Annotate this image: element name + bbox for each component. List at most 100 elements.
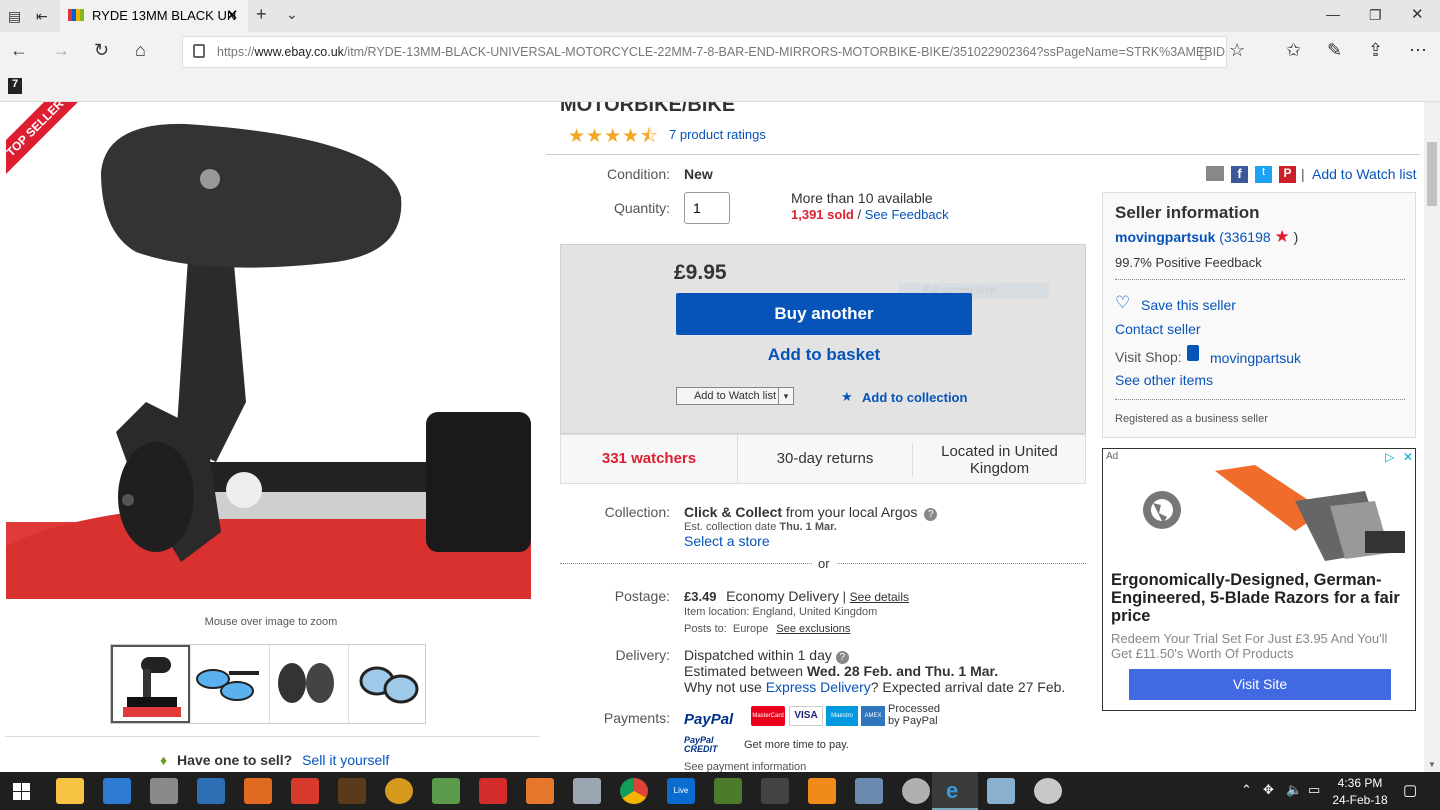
app-icon-15[interactable]: [987, 778, 1015, 804]
app-icon-6[interactable]: [385, 778, 413, 804]
app-icon-1[interactable]: [150, 778, 178, 804]
page-scrollbar[interactable]: ▼: [1424, 102, 1440, 772]
app-icon-14[interactable]: [902, 778, 930, 804]
favorites-hub-icon[interactable]: ✩: [1286, 40, 1301, 60]
refresh-icon[interactable]: ↻: [94, 40, 109, 60]
windows-start-icon[interactable]: [13, 783, 30, 800]
set-aside-tabs-icon[interactable]: ⇤: [36, 6, 48, 26]
seller-score[interactable]: 336198: [1224, 229, 1271, 245]
file-explorer-icon[interactable]: [56, 778, 84, 804]
chevron-down-icon[interactable]: ⌄: [286, 4, 298, 24]
vlc-icon[interactable]: [808, 778, 836, 804]
add-to-basket-button[interactable]: Add to basket: [676, 345, 972, 365]
thumbnail-2[interactable]: [190, 645, 269, 723]
close-tab-icon[interactable]: ✕: [226, 6, 239, 24]
main-product-image[interactable]: TOP SELLER: [6, 102, 531, 599]
app-icon-3[interactable]: [244, 778, 272, 804]
restore-icon[interactable]: ❐: [1369, 5, 1382, 25]
shop-link[interactable]: movingpartsuk: [1210, 350, 1301, 366]
app-icon-9[interactable]: [526, 778, 554, 804]
location-info: Located in United Kingdom: [912, 443, 1086, 477]
app-icon-13[interactable]: [855, 778, 883, 804]
bookmark-icon[interactable]: 7: [8, 78, 22, 94]
ad-panel[interactable]: Ad ▷ ✕ Ergonomically-Designed, German-En…: [1102, 448, 1416, 711]
url-prefix: https://: [217, 45, 255, 59]
thumbnail-1[interactable]: [111, 645, 190, 723]
tab-ebay[interactable]: RYDE 13MM BLACK UN ✕: [60, 0, 248, 32]
see-other-items-link[interactable]: See other items: [1115, 372, 1213, 388]
tab-list-icon[interactable]: ▤: [8, 6, 21, 26]
display-icon[interactable]: ▭: [1308, 782, 1320, 798]
price: £9.95: [674, 261, 727, 284]
favorite-star-icon[interactable]: ☆: [1229, 40, 1245, 60]
more-icon[interactable]: ⋯: [1409, 40, 1427, 60]
new-tab-icon[interactable]: +: [256, 4, 267, 24]
help-icon[interactable]: ?: [924, 508, 938, 521]
home-icon[interactable]: ⌂: [135, 40, 146, 60]
mirror-image: [6, 123, 531, 599]
add-to-watch-list-link[interactable]: Add to Watch list: [1312, 166, 1417, 182]
collection-star-icon: ★: [841, 389, 853, 404]
postage-row: £3.49 Economy Delivery | See details: [684, 588, 909, 604]
see-details-link[interactable]: See details: [850, 590, 909, 604]
action-center-icon[interactable]: ▢: [1403, 781, 1417, 799]
tray-chevron-icon[interactable]: ⌃: [1241, 782, 1252, 798]
thumbnail-3[interactable]: [269, 645, 348, 723]
volume-icon[interactable]: 🔈: [1286, 782, 1302, 798]
select-store-link[interactable]: Select a store: [684, 533, 770, 549]
app-icon-2[interactable]: [197, 778, 225, 804]
express-delivery-link[interactable]: Express Delivery: [766, 679, 871, 695]
app-icon-12[interactable]: [761, 778, 789, 804]
app-icon-16[interactable]: [1034, 778, 1062, 804]
edge-taskbar-button[interactable]: e: [932, 772, 978, 810]
payment-info-link[interactable]: See payment information: [684, 761, 806, 772]
sell-prompt: Have one to sell?: [177, 752, 293, 768]
store-icon[interactable]: [103, 778, 131, 804]
url-path: /itm/RYDE-13MM-BLACK-UNIVERSAL-MOTORCYCL…: [343, 45, 1227, 59]
email-share-icon[interactable]: [1206, 166, 1224, 181]
sell-it-yourself-link[interactable]: Sell it yourself: [302, 752, 389, 768]
app-icon-10[interactable]: [573, 778, 601, 804]
live-icon[interactable]: Live: [667, 778, 695, 804]
forward-icon[interactable]: →: [52, 40, 70, 60]
twitter-icon[interactable]: t: [1255, 166, 1272, 183]
ad-body: Redeem Your Trial Set For Just £3.95 And…: [1111, 631, 1388, 661]
watch-list-button[interactable]: Add to Watch list: [676, 387, 794, 405]
app-icon-8[interactable]: [479, 778, 507, 804]
heart-icon[interactable]: ♡: [1115, 293, 1130, 313]
contact-seller-link[interactable]: Contact seller: [1115, 321, 1201, 337]
estimated-dates: Wed. 28 Feb. and Thu. 1 Mar.: [806, 663, 999, 679]
seller-name-link[interactable]: movingpartsuk: [1115, 229, 1215, 245]
thumbnail-4[interactable]: [348, 645, 427, 723]
amex-icon: AMEX: [861, 706, 885, 726]
see-exclusions-link[interactable]: See exclusions: [776, 623, 850, 635]
facebook-icon[interactable]: f: [1231, 166, 1248, 183]
back-icon[interactable]: ←: [10, 40, 28, 60]
share-icon[interactable]: ⇪: [1368, 40, 1383, 60]
watch-dropdown-arrow-icon[interactable]: ▾: [778, 387, 794, 405]
network-icon[interactable]: ✥: [1263, 782, 1274, 798]
save-seller-link[interactable]: Save this seller: [1141, 297, 1236, 313]
buy-another-button[interactable]: Buy another: [676, 293, 972, 335]
see-feedback-link[interactable]: See Feedback: [865, 207, 949, 222]
add-to-collection-link[interactable]: Add to collection: [862, 390, 967, 405]
app-icon-4[interactable]: [291, 778, 319, 804]
ad-headline[interactable]: Ergonomically-Designed, German-Engineere…: [1111, 571, 1411, 625]
chrome-icon[interactable]: [620, 778, 648, 804]
clock-date[interactable]: 24-Feb-18: [1330, 793, 1390, 807]
app-icon-11[interactable]: [714, 778, 742, 804]
scroll-down-icon[interactable]: ▼: [1428, 760, 1436, 769]
app-icon-5[interactable]: [338, 778, 366, 804]
app-icon-7[interactable]: [432, 778, 460, 804]
scrollbar-thumb[interactable]: [1427, 142, 1437, 206]
url-field[interactable]: https://www.ebay.co.uk/itm/RYDE-13MM-BLA…: [182, 36, 1227, 68]
close-window-icon[interactable]: ✕: [1411, 5, 1424, 25]
minimize-icon[interactable]: —: [1326, 4, 1340, 24]
visit-site-button[interactable]: Visit Site: [1129, 669, 1391, 700]
quantity-input[interactable]: [684, 192, 730, 224]
clock-time[interactable]: 4:36 PM: [1330, 776, 1390, 790]
pinterest-icon[interactable]: P: [1279, 166, 1296, 183]
web-note-icon[interactable]: ✎: [1327, 40, 1342, 60]
ratings-link[interactable]: 7 product ratings: [669, 127, 766, 142]
reading-view-icon[interactable]: ▯: [1199, 43, 1208, 63]
